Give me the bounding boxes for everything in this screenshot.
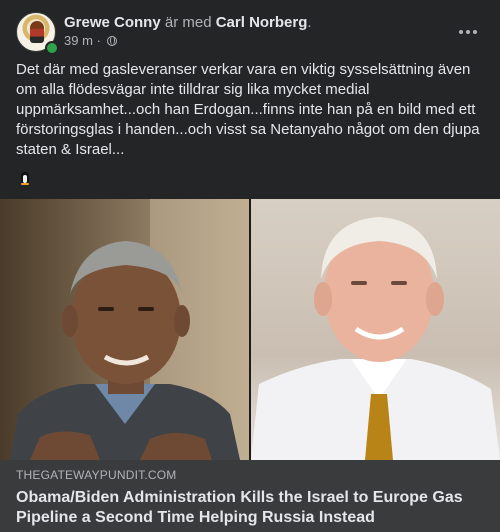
post-meta: 39 m ·	[64, 33, 117, 49]
penguin-emoji-icon	[18, 171, 32, 185]
more-options-icon[interactable]	[456, 22, 480, 42]
meta-separator: ·	[96, 33, 101, 48]
tagged-person[interactable]: Carl Norberg	[216, 14, 308, 31]
feed-post: Grewe Conny är med Carl Norberg. 39 m · …	[0, 0, 500, 532]
link-headline[interactable]: Obama/Biden Administration Kills the Isr…	[16, 488, 486, 528]
globe-icon	[106, 36, 117, 46]
with-text: är med	[164, 14, 212, 31]
link-preview-image[interactable]	[0, 199, 500, 460]
more-dot-3	[473, 30, 477, 34]
more-dot-2	[466, 30, 470, 34]
penguin-belly	[23, 175, 27, 183]
link-domain: THEGATEWAYPUNDIT.COM	[16, 468, 177, 482]
photo-left	[0, 199, 249, 460]
author-line: Grewe Conny är med Carl Norberg.	[64, 13, 312, 32]
more-dot-1	[459, 30, 463, 34]
photo-left-art	[10, 199, 249, 460]
online-status-indicator	[45, 41, 59, 55]
avatar-figure	[30, 21, 44, 43]
post-timestamp[interactable]: 39 m	[64, 33, 93, 48]
post-header: Grewe Conny är med Carl Norberg. 39 m ·	[16, 12, 484, 55]
photo-right	[251, 199, 500, 460]
penguin-feet	[21, 183, 29, 185]
post-body-text: Det där med gasleveranser verkar vara en…	[16, 61, 480, 158]
author-name[interactable]: Grewe Conny	[64, 14, 161, 31]
photo-right-art	[251, 217, 500, 460]
link-preview-card[interactable]: THEGATEWAYPUNDIT.COM Obama/Biden Adminis…	[0, 460, 500, 532]
period: .	[307, 14, 312, 31]
